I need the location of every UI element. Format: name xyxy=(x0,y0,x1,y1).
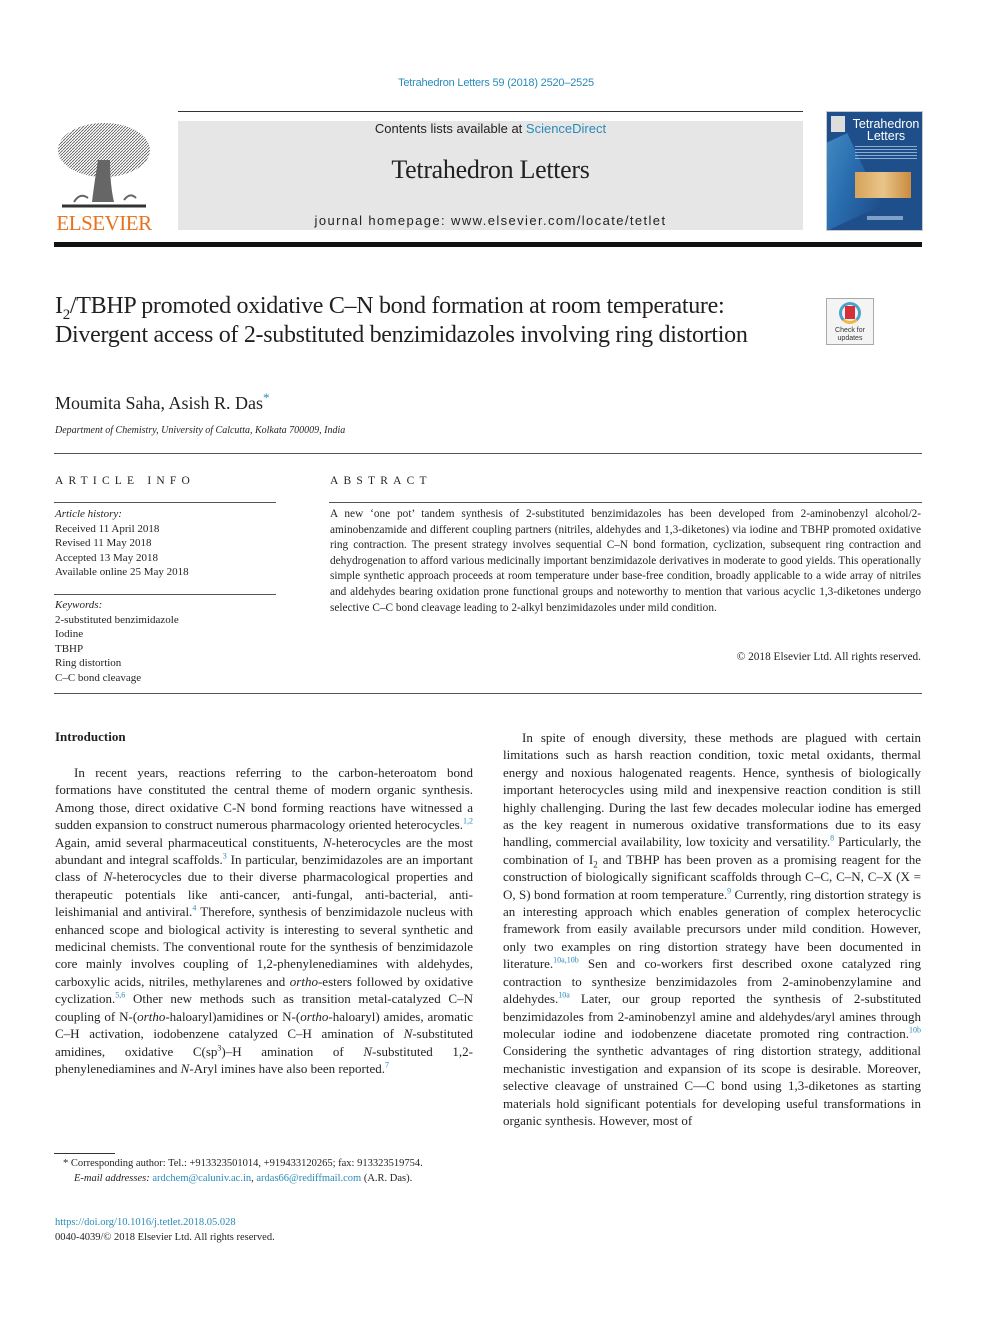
footnote-rule xyxy=(54,1153,115,1154)
body-paragraph: In recent years, reactions referring to … xyxy=(55,765,474,1076)
body-column-left: In recent years, reactions referring to … xyxy=(55,764,473,1077)
keywords-rule xyxy=(54,594,276,595)
doi-block: https://doi.org/10.1016/j.tetlet.2018.05… xyxy=(55,1216,275,1245)
email-line: E-mail addresses: ardchem@caluniv.ac.in,… xyxy=(74,1172,413,1184)
journal-homepage-link[interactable]: journal homepage: www.elsevier.com/locat… xyxy=(178,213,803,228)
keyword-item: TBHP xyxy=(55,642,84,655)
header-top-rule xyxy=(178,111,803,112)
article-history-label: Article history: xyxy=(55,508,122,520)
elsevier-logo[interactable]: ELSEVIER xyxy=(54,120,154,235)
history-accepted: Accepted 13 May 2018 xyxy=(55,551,158,564)
issn-copyright: 0040-4039/© 2018 Elsevier Ltd. All right… xyxy=(55,1231,275,1243)
contents-prefix: Contents lists available at xyxy=(374,121,526,136)
doi-link[interactable]: https://doi.org/10.1016/j.tetlet.2018.05… xyxy=(55,1216,275,1231)
author-list: Moumita Saha, Asish R. Das* xyxy=(55,390,270,414)
email-link[interactable]: ardas66@rediffmail.com xyxy=(256,1173,361,1184)
journal-cover-image[interactable]: Tetrahedron Letters xyxy=(826,111,923,231)
corresponding-author-footnote: * Corresponding author: Tel.: +913323501… xyxy=(55,1157,473,1186)
corresponding-author-contact: * Corresponding author: Tel.: +913323501… xyxy=(63,1158,423,1169)
abstract-bottom-rule xyxy=(54,693,922,694)
cover-footer xyxy=(867,216,903,220)
journal-citation-link[interactable]: Tetrahedron Letters 59 (2018) 2520–2525 xyxy=(0,77,992,89)
affiliation-rule xyxy=(54,453,922,454)
header-thick-rule xyxy=(54,242,922,247)
corresponding-author-marker[interactable]: * xyxy=(263,390,270,405)
abstract-heading: ABSTRACT xyxy=(330,475,432,487)
history-online: Available online 25 May 2018 xyxy=(55,566,189,578)
article-history: Article history: Received 11 April 2018 … xyxy=(55,507,189,580)
email-link[interactable]: ardchem@caluniv.ac.in xyxy=(152,1173,251,1184)
citation-ref[interactable]: 1,2 xyxy=(463,817,473,826)
citation-ref[interactable]: 10a xyxy=(558,991,570,1000)
cover-artwork xyxy=(855,172,911,198)
keyword-item: C–C bond cleavage xyxy=(55,671,142,684)
citation-ref[interactable]: 5,6 xyxy=(115,991,125,1000)
crossmark-bookmark-icon xyxy=(845,306,855,319)
contents-availability: Contents lists available at ScienceDirec… xyxy=(178,121,803,136)
email-label: E-mail addresses: xyxy=(74,1172,153,1184)
cover-subtitle-lines xyxy=(855,146,917,160)
history-revised: Revised 11 May 2018 xyxy=(55,537,152,549)
keyword-item: Ring distortion xyxy=(55,657,122,669)
history-received: Received 11 April 2018 xyxy=(55,522,160,535)
sciencedirect-link[interactable]: ScienceDirect xyxy=(526,121,606,136)
keywords-list: Keywords: 2-substituted benzimidazole Io… xyxy=(55,598,179,685)
journal-name: Tetrahedron Letters xyxy=(391,155,590,184)
article-info-rule xyxy=(54,502,276,503)
article-info-heading: ARTICLE INFO xyxy=(55,475,195,487)
keywords-label: Keywords: xyxy=(55,599,103,611)
journal-banner: Contents lists available at ScienceDirec… xyxy=(178,121,803,230)
check-for-updates-button[interactable]: Check for updates xyxy=(826,298,874,345)
citation-ref[interactable]: 10b xyxy=(909,1026,921,1035)
abstract-body: A new ‘one pot’ tandem synthesis of 2-su… xyxy=(330,508,921,614)
crossmark-label: Check for updates xyxy=(835,327,865,342)
body-paragraph: In spite of enough diversity, these meth… xyxy=(503,730,922,1128)
abstract-rule xyxy=(329,502,922,503)
abstract-copyright: © 2018 Elsevier Ltd. All rights reserved… xyxy=(736,651,921,663)
author-names: Moumita Saha, Asish R. Das xyxy=(55,393,264,413)
author-affiliation: Department of Chemistry, University of C… xyxy=(55,425,346,436)
elsevier-tree-icon xyxy=(58,123,150,208)
cover-publisher-badge xyxy=(831,116,845,132)
citation-ref[interactable]: 10a,10b xyxy=(553,956,579,965)
citation-ref[interactable]: 7 xyxy=(385,1061,389,1070)
article-title: I2/TBHP promoted oxidative C–N bond form… xyxy=(55,293,748,348)
body-column-right: In spite of enough diversity, these meth… xyxy=(503,729,921,1129)
cover-title: Tetrahedron Letters xyxy=(852,117,920,143)
section-heading-introduction: Introduction xyxy=(55,729,126,744)
elsevier-wordmark: ELSEVIER xyxy=(56,211,152,235)
keyword-item: Iodine xyxy=(55,628,84,640)
keyword-item: 2-substituted benzimidazole xyxy=(55,613,179,626)
